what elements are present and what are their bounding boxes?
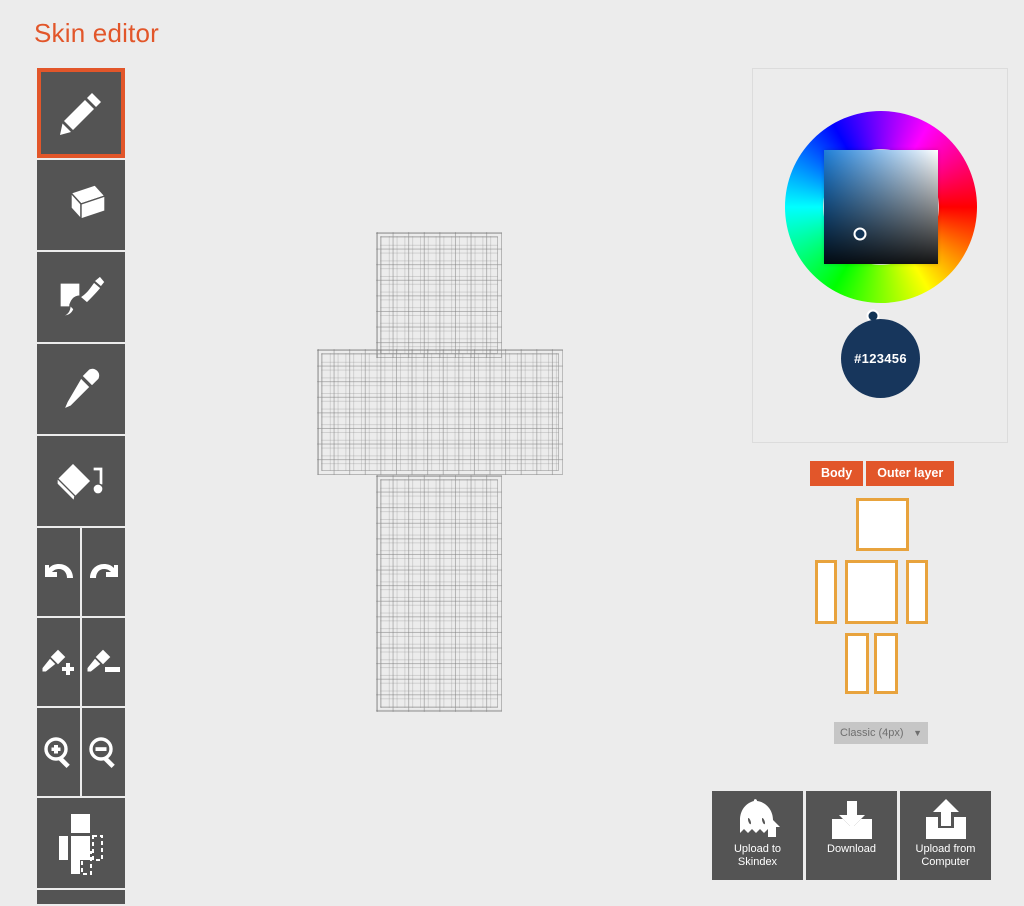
download-label: Download bbox=[827, 843, 876, 855]
zoom-in-button[interactable] bbox=[37, 708, 80, 796]
upload-icon bbox=[925, 799, 966, 839]
color-picker-panel: #123456 bbox=[752, 68, 1008, 443]
undo-button[interactable] bbox=[37, 528, 80, 616]
model-view-icon bbox=[59, 814, 103, 875]
body-part-left-arm[interactable] bbox=[906, 560, 928, 624]
zoom-out-icon bbox=[88, 737, 115, 769]
upload-from-computer-label: Upload from Computer bbox=[915, 843, 976, 868]
body-part-head[interactable] bbox=[856, 498, 909, 551]
model-view-button[interactable] bbox=[37, 798, 125, 888]
skin-pixel-canvas[interactable] bbox=[317, 232, 563, 712]
redo-button[interactable] bbox=[82, 528, 125, 616]
pencil-icon bbox=[60, 93, 101, 135]
eyedropper-tool[interactable] bbox=[37, 344, 125, 434]
color-wheel[interactable] bbox=[785, 111, 977, 323]
zoom-group bbox=[37, 708, 125, 796]
zoom-out-button[interactable] bbox=[82, 708, 125, 796]
bucket-tool[interactable] bbox=[37, 436, 125, 526]
eraser-icon bbox=[69, 184, 107, 221]
brush-tool[interactable] bbox=[37, 252, 125, 342]
body-part-right-arm[interactable] bbox=[815, 560, 837, 624]
download-icon bbox=[831, 801, 872, 839]
tab-outer-layer[interactable]: Outer layer bbox=[866, 461, 955, 486]
remove-layer-button[interactable] bbox=[82, 618, 125, 706]
body-part-right-leg[interactable] bbox=[845, 633, 869, 694]
download-button[interactable]: Download bbox=[806, 791, 897, 880]
chevron-down-icon: ▼ bbox=[913, 728, 922, 738]
model-type-value: Classic (4px) bbox=[840, 727, 904, 739]
action-button-group: Upload to Skindex Download Upload from C… bbox=[712, 791, 991, 880]
eyedropper-icon bbox=[62, 367, 101, 411]
canvas-head-overlay[interactable] bbox=[380, 236, 498, 354]
redo-icon bbox=[89, 564, 118, 578]
model-type-dropdown[interactable]: Classic (4px) ▼ bbox=[834, 722, 928, 744]
current-color-swatch[interactable]: #123456 bbox=[841, 319, 920, 398]
undo-icon bbox=[44, 564, 73, 578]
body-part-left-leg[interactable] bbox=[874, 633, 898, 694]
paint-bucket-icon bbox=[56, 462, 104, 503]
eraser-tool[interactable] bbox=[37, 160, 125, 250]
current-color-hex: #123456 bbox=[854, 351, 907, 366]
layer-edit-group bbox=[37, 618, 125, 706]
upload-to-skindex-label: Upload to Skindex bbox=[733, 843, 782, 868]
body-part-torso[interactable] bbox=[845, 560, 898, 624]
brush-icon bbox=[59, 275, 106, 317]
brush-minus-icon bbox=[86, 648, 120, 673]
page-title: Skin editor bbox=[34, 18, 160, 48]
sv-marker[interactable] bbox=[853, 227, 867, 241]
ghost-upload-icon bbox=[739, 799, 780, 837]
upload-to-skindex-button[interactable]: Upload to Skindex bbox=[712, 791, 803, 880]
body-part-selector bbox=[815, 498, 950, 694]
undo-redo-group bbox=[37, 528, 125, 616]
tool-palette bbox=[37, 68, 125, 906]
upload-from-computer-button[interactable]: Upload from Computer bbox=[900, 791, 991, 880]
brush-plus-icon bbox=[41, 648, 74, 675]
layer-tab-group: Body Outer layer bbox=[810, 461, 955, 486]
extra-tool-button[interactable] bbox=[37, 890, 125, 904]
pencil-tool[interactable] bbox=[37, 68, 125, 158]
saturation-value-square[interactable] bbox=[824, 150, 938, 264]
canvas-arms-torso-overlay[interactable] bbox=[321, 353, 559, 471]
zoom-in-icon bbox=[43, 737, 70, 769]
tab-body[interactable]: Body bbox=[810, 461, 864, 486]
canvas-legs-overlay[interactable] bbox=[380, 479, 498, 708]
add-layer-button[interactable] bbox=[37, 618, 80, 706]
